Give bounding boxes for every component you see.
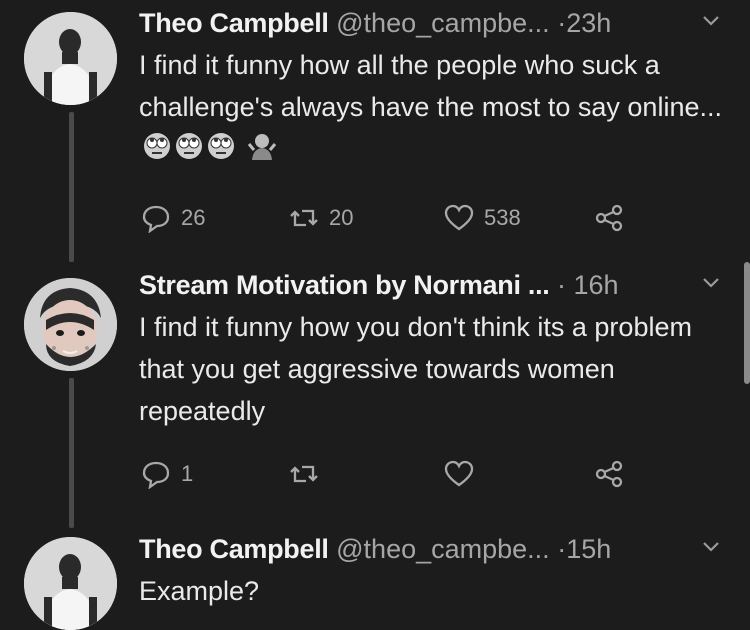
share-button[interactable] <box>594 198 634 238</box>
tweet-actions: 26 20 538 <box>139 198 659 238</box>
reply-button[interactable]: 26 <box>141 198 205 238</box>
display-name[interactable]: Theo Campbell <box>139 8 329 38</box>
reply-icon <box>142 205 170 233</box>
retweet-count: 20 <box>329 205 354 230</box>
tweet-text: I find it funny how all the people who s… <box>139 44 730 172</box>
tweet-header: Stream Motivation by Normani ... · 16h <box>139 266 730 304</box>
chevron-down-icon[interactable] <box>702 276 720 290</box>
tweet-actions: 1 <box>139 454 659 494</box>
eye-roll-emoji <box>207 130 235 172</box>
separator-dot: · <box>557 8 567 38</box>
chevron-down-icon[interactable] <box>702 540 720 554</box>
display-name[interactable]: Theo Campbell <box>139 534 329 564</box>
heart-icon <box>444 204 474 231</box>
reply-button[interactable]: 1 <box>141 454 193 494</box>
thread-line <box>69 378 74 528</box>
chevron-down-icon[interactable] <box>702 14 720 28</box>
share-icon <box>595 460 623 488</box>
retweet-button[interactable] <box>289 454 329 494</box>
timestamp[interactable]: 15h <box>566 534 611 564</box>
avatar[interactable] <box>24 278 117 371</box>
timestamp[interactable]: 16h <box>574 270 619 300</box>
tweet-text: Example? <box>139 576 260 606</box>
user-handle[interactable]: @theo_campbe... <box>336 8 550 38</box>
eye-roll-emoji <box>175 130 203 172</box>
share-button[interactable] <box>594 454 634 494</box>
tweet-header: Theo Campbell @theo_campbe... ·15h <box>139 530 730 568</box>
reply-count: 1 <box>181 461 194 486</box>
eye-roll-emoji <box>143 130 171 172</box>
heart-icon <box>444 460 474 487</box>
thread-line <box>69 112 74 262</box>
like-count: 538 <box>484 205 521 230</box>
reply-count: 26 <box>181 205 206 230</box>
retweet-icon <box>290 209 318 227</box>
display-name[interactable]: Stream Motivation by Normani ... <box>139 270 550 300</box>
separator-dot: · <box>557 534 567 564</box>
user-handle[interactable]: @theo_campbe... <box>336 534 550 564</box>
tweet-text: I find it funny how you don't think its … <box>139 312 692 426</box>
avatar[interactable] <box>24 12 117 105</box>
like-button[interactable] <box>444 454 484 494</box>
shrug-emoji <box>247 130 277 172</box>
like-button[interactable]: 538 <box>444 198 521 238</box>
reply-icon <box>142 461 170 489</box>
timestamp[interactable]: 23h <box>566 8 611 38</box>
share-icon <box>595 204 623 232</box>
tweet-header: Theo Campbell @theo_campbe... ·23h <box>139 4 730 42</box>
separator-dot: · <box>557 270 566 300</box>
retweet-button[interactable]: 20 <box>289 198 353 238</box>
retweet-icon <box>290 465 318 483</box>
scrollbar[interactable] <box>744 262 750 384</box>
avatar[interactable] <box>24 537 117 630</box>
